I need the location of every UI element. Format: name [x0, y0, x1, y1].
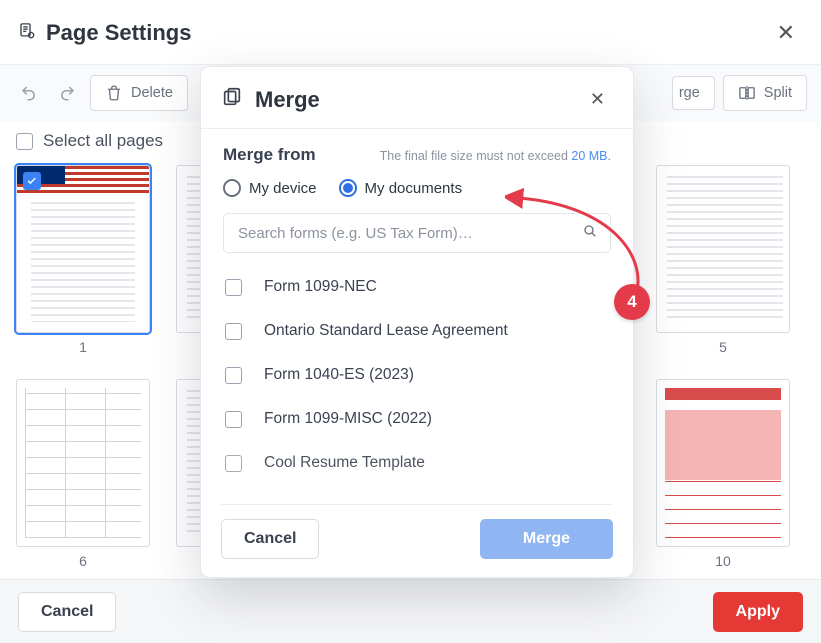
radio-label: My documents — [365, 180, 463, 197]
radio-my-documents[interactable]: My documents — [339, 179, 463, 197]
list-checkbox[interactable] — [225, 279, 242, 296]
footer: Cancel Apply — [0, 579, 821, 643]
list-checkbox[interactable] — [225, 455, 242, 472]
list-item[interactable]: Ontario Standard Lease Agreement — [223, 309, 611, 353]
merge-source-radios: My device My documents — [223, 179, 611, 197]
modal-cancel-button[interactable]: Cancel — [221, 519, 319, 559]
hint-text: The final file size must not exceed — [380, 149, 572, 163]
size-limit-link[interactable]: 20 MB. — [571, 149, 611, 163]
list-item[interactable]: Cool Resume Template — [223, 441, 611, 485]
page-settings-icon — [18, 22, 36, 45]
page-title: Page Settings — [46, 20, 191, 46]
modal-title: Merge — [255, 87, 320, 113]
step-badge: 4 — [614, 284, 650, 320]
step-number: 4 — [627, 292, 636, 312]
list-item-label: Cool Resume Template — [264, 454, 425, 472]
search-field[interactable] — [223, 213, 611, 253]
search-icon[interactable] — [582, 223, 598, 243]
modal-footer: Cancel Merge — [201, 505, 633, 577]
list-item-label: Form 1040-ES (2023) — [264, 366, 414, 384]
modal-body: Merge from The final file size must not … — [201, 129, 633, 504]
modal-header: Merge ✕ — [201, 67, 633, 129]
list-item[interactable]: Form 1099-MISC (2022) — [223, 397, 611, 441]
merge-icon — [221, 86, 243, 113]
list-checkbox[interactable] — [225, 367, 242, 384]
list-item-label: Ontario Standard Lease Agreement — [264, 322, 508, 340]
radio-label: My device — [249, 180, 317, 197]
list-checkbox[interactable] — [225, 323, 242, 340]
list-item-label: Form 1099-NEC — [264, 278, 377, 296]
merge-modal: Merge ✕ Merge from The final file size m… — [200, 66, 634, 578]
cancel-button[interactable]: Cancel — [18, 592, 116, 632]
document-list: Form 1099-NEC Ontario Standard Lease Agr… — [223, 265, 611, 496]
radio-my-device[interactable]: My device — [223, 179, 317, 197]
list-checkbox[interactable] — [225, 411, 242, 428]
list-item-label: Form 1099-MISC (2022) — [264, 410, 432, 428]
modal-merge-button[interactable]: Merge — [480, 519, 613, 559]
list-item[interactable]: Form 1040-ES (2023) — [223, 353, 611, 397]
merge-from-label: Merge from — [223, 145, 316, 165]
modal-close-icon[interactable]: ✕ — [582, 85, 613, 114]
apply-button[interactable]: Apply — [713, 592, 803, 632]
header-bar: Page Settings ✕ — [0, 0, 821, 65]
file-size-hint: The final file size must not exceed 20 M… — [380, 149, 611, 163]
radio-icon — [339, 179, 357, 197]
radio-icon — [223, 179, 241, 197]
merge-from-row: Merge from The final file size must not … — [223, 145, 611, 165]
close-icon[interactable]: ✕ — [769, 16, 803, 50]
search-input[interactable] — [236, 224, 582, 243]
list-item[interactable]: Form 1099-NEC — [223, 265, 611, 309]
